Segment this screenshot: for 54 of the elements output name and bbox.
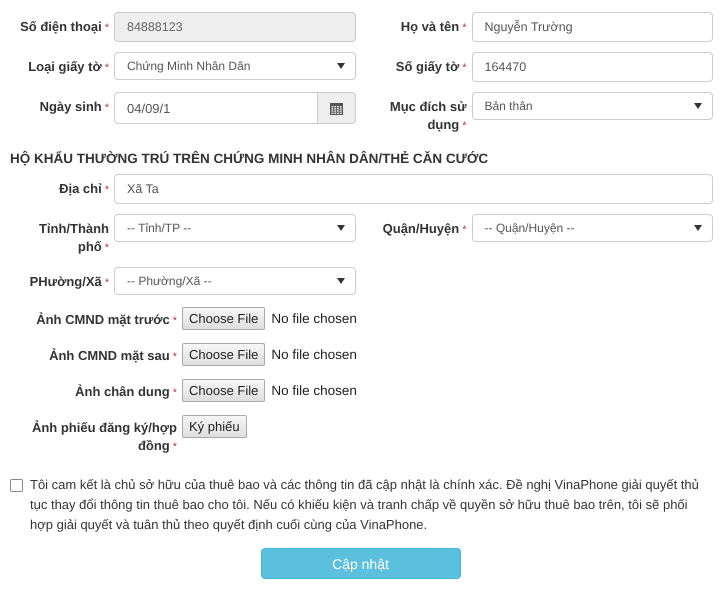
file-status: No file chosen — [271, 347, 357, 362]
required-mark: * — [462, 224, 466, 236]
field-label: Ảnh phiếu đăng ký/hợp đồng * — [30, 419, 178, 455]
address-field[interactable]: Xã Ta — [114, 174, 713, 204]
dropdown-select[interactable]: -- Phường/Xã -- — [114, 267, 356, 295]
field-label: Ảnh chân dung * — [74, 383, 178, 401]
field-label: Loại giấy tờ * — [27, 58, 110, 76]
dropdown-select[interactable]: Bản thân — [472, 92, 713, 120]
required-mark: * — [104, 22, 109, 34]
required-mark: * — [172, 387, 177, 399]
choose-file-button[interactable]: Choose File — [182, 307, 266, 330]
choose-file-button[interactable]: Choose File — [182, 379, 266, 402]
required-mark: * — [462, 120, 466, 132]
calendar-button[interactable] — [318, 92, 356, 124]
required-mark: * — [104, 184, 109, 196]
section-title: HỘ KHẨU THƯỜNG TRÚ TRÊN CHỨNG MINH NHÂN DÂN/THẺ CĂN CƯỚC — [10, 151, 490, 166]
field-label: Họ và tên * — [400, 18, 468, 36]
field-label: Địa chỉ * — [58, 180, 110, 198]
choose-file-button[interactable]: Choose File — [182, 343, 266, 366]
required-mark: * — [104, 102, 109, 114]
dropdown-caret-icon — [336, 63, 344, 69]
dropdown-caret-icon — [336, 278, 344, 284]
text-field[interactable]: 164470 — [472, 52, 713, 82]
field-label: Mục đích sử dụng * — [388, 98, 468, 134]
field-label: Ảnh CMND mặt trước * — [35, 311, 178, 329]
required-mark: * — [172, 351, 177, 363]
dropdown-caret-icon — [336, 225, 344, 231]
field-label: Số giấy tờ * — [394, 58, 468, 76]
required-mark: * — [104, 62, 109, 74]
field-label: Ảnh CMND mặt sau * — [48, 347, 178, 365]
dropdown-select[interactable]: Chứng Minh Nhân Dân — [114, 52, 356, 80]
consent-text: Tôi cam kết là chủ sở hữu của thuê bao và các thông tin đã cập nhật là chính xác. Đề nghị VinaPhone giải quyết thủ tục thay đổi thông tin thuê bao cho tôi. Nếu có khiếu kiện và tranh chấp về quyền sở hữu thuê bao trên, tôi sẽ phối hợp giải quyết và tuân thủ theo quyết định cuối cùng của VinaPhone. — [30, 476, 700, 534]
required-mark: * — [172, 441, 177, 453]
required-mark: * — [104, 242, 109, 254]
calendar-icon — [330, 102, 342, 114]
field-label: PHường/Xã * — [28, 273, 110, 291]
dropdown-select[interactable]: -- Quận/Huyện -- — [472, 214, 713, 242]
consent-checkbox[interactable] — [10, 479, 23, 492]
required-mark: * — [462, 62, 466, 74]
dropdown-caret-icon — [694, 225, 702, 231]
field-label: Ngày sinh * — [38, 98, 110, 116]
date-field[interactable]: 04/09/1 — [114, 92, 318, 124]
required-mark: * — [462, 22, 466, 34]
file-status: No file chosen — [271, 311, 357, 326]
text-field[interactable]: Nguyễn Trường — [472, 12, 713, 42]
required-mark: * — [172, 315, 177, 327]
file-status: No file chosen — [271, 383, 357, 398]
sign-form-button[interactable]: Ký phiếu — [182, 415, 247, 438]
dropdown-caret-icon — [694, 103, 702, 109]
field-label: Quận/Huyện * — [382, 220, 468, 238]
required-mark: * — [104, 277, 109, 289]
field-label: Tỉnh/Thành phố * — [38, 220, 110, 256]
dropdown-select[interactable]: -- Tỉnh/TP -- — [114, 214, 356, 242]
field-label: Số điện thoại * — [19, 18, 110, 36]
